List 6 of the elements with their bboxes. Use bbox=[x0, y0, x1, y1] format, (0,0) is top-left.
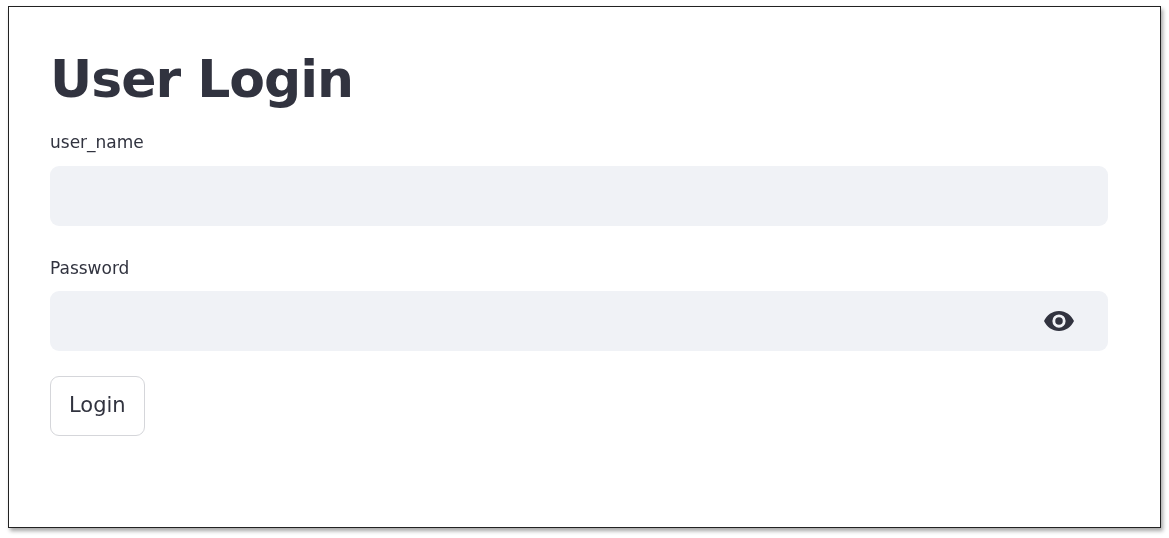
page-title: User Login bbox=[50, 51, 355, 109]
field-label: Password bbox=[50, 256, 131, 280]
login-button[interactable]: Login bbox=[50, 376, 145, 437]
field-label: user_name bbox=[50, 131, 145, 155]
password-field[interactable] bbox=[50, 291, 1108, 352]
eye-icon[interactable] bbox=[1044, 311, 1074, 332]
